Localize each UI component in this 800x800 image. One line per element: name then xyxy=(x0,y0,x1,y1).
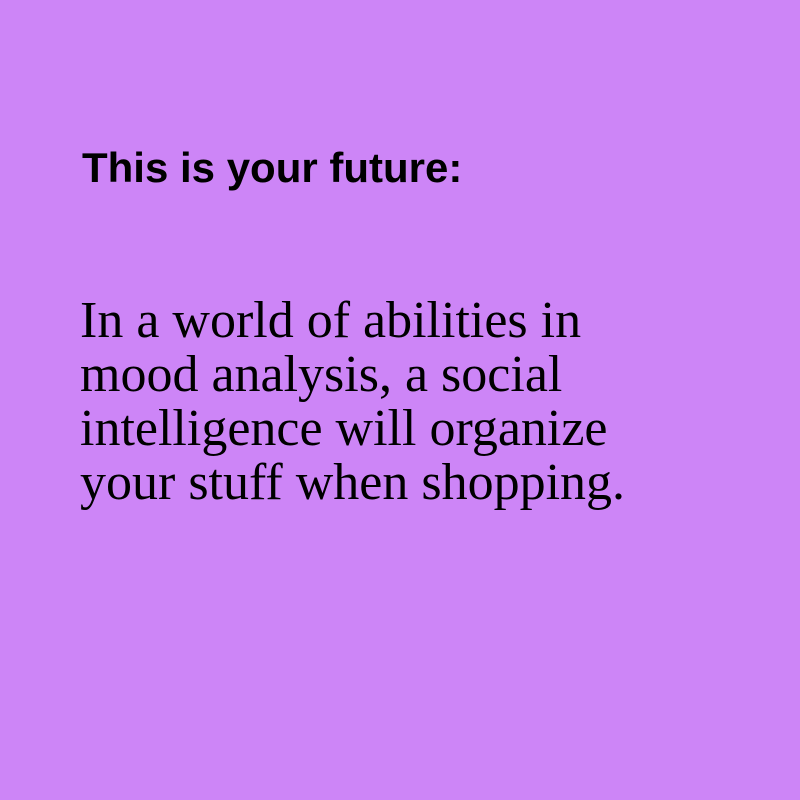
body-line: In a world of abilities in xyxy=(80,292,582,349)
body-line: intelligence will organize xyxy=(80,400,608,457)
body-line: mood analysis, a social xyxy=(80,346,563,403)
card-body-text: In a world of abilities in mood analysis… xyxy=(80,294,625,510)
body-line: your stuff when shopping. xyxy=(80,454,626,511)
card-background: This is your future: In a world of abili… xyxy=(0,0,800,800)
card-heading: This is your future: xyxy=(82,144,463,191)
